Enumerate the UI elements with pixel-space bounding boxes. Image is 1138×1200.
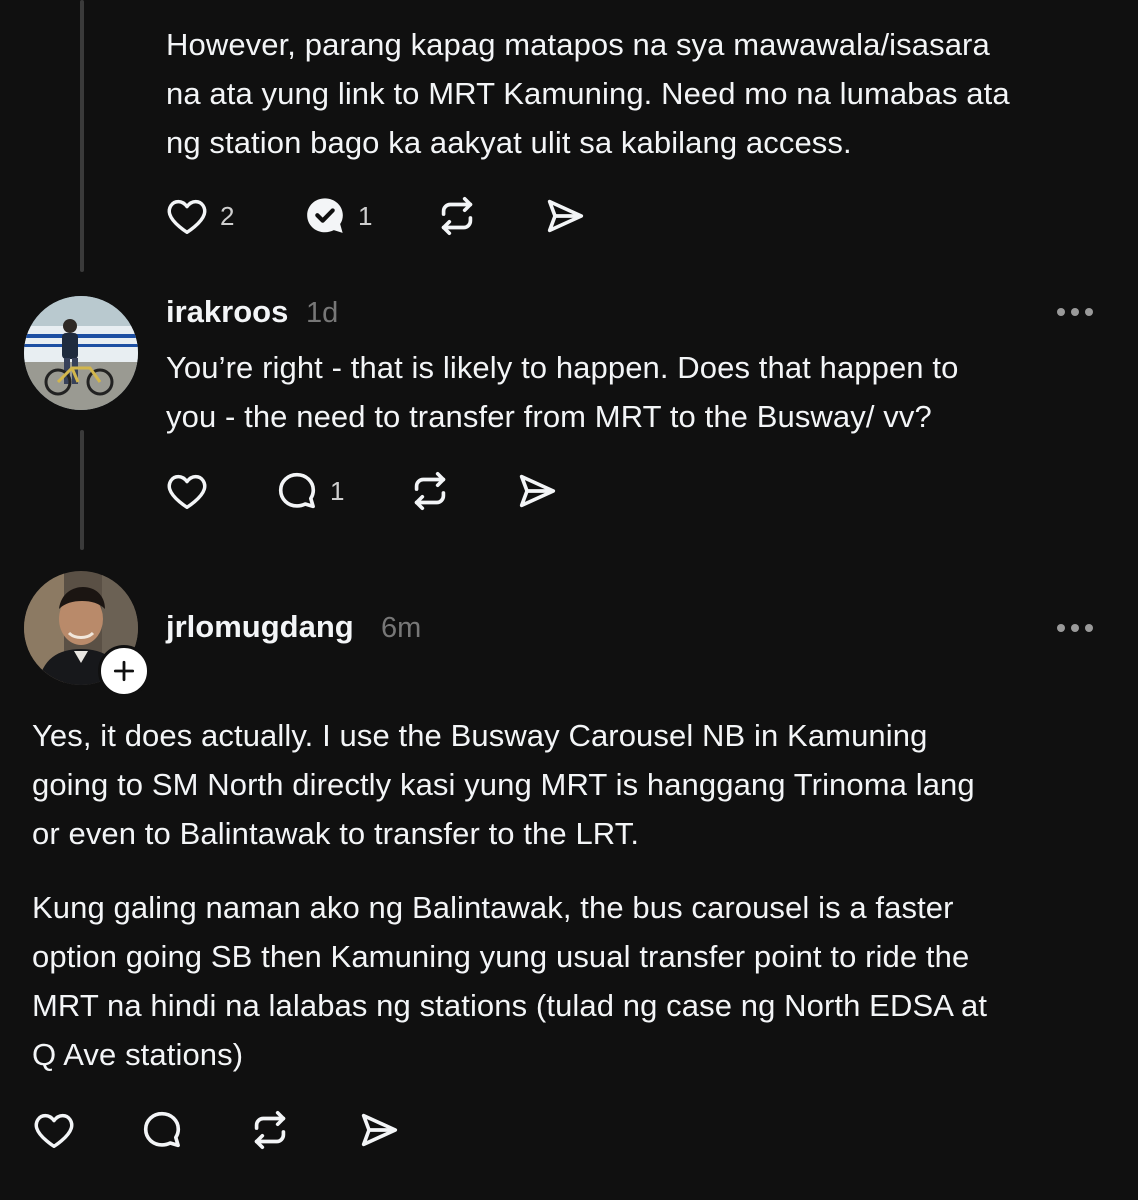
post-text-line: MRT na hindi na lalabas ng stations (tul… <box>32 988 988 1023</box>
like-button[interactable] <box>31 1107 77 1153</box>
post-text-line: you - the need to transfer from MRT to t… <box>166 399 932 434</box>
reply-button[interactable]: 1 <box>274 468 344 514</box>
avatar[interactable] <box>24 296 138 410</box>
heart-icon <box>167 199 207 235</box>
comment-icon <box>278 472 316 509</box>
post-actions: 1 <box>164 468 584 516</box>
repost-icon <box>441 196 473 236</box>
send-icon <box>361 1113 398 1147</box>
share-button[interactable] <box>356 1107 402 1153</box>
more-dot <box>1085 624 1093 632</box>
username[interactable]: irakroos <box>166 294 288 330</box>
send-icon <box>547 199 584 233</box>
post-text-line: Kung galing naman ako ng Balintawak, the… <box>32 890 954 925</box>
post-text-line: You’re right - that is likely to happen.… <box>166 350 959 385</box>
more-dot <box>1071 308 1079 316</box>
heart-icon <box>34 1113 74 1149</box>
post-text-line: option going SB then Kamuning yung usual… <box>32 939 970 974</box>
thread-line-top <box>80 0 84 272</box>
repost-button[interactable] <box>247 1107 293 1153</box>
like-count: 2 <box>220 200 235 231</box>
reply-checked-icon <box>307 198 343 233</box>
post-text: You’re right - that is likely to happen.… <box>166 343 958 441</box>
repost-icon <box>414 471 446 511</box>
plus-icon <box>113 660 135 682</box>
post-actions: 2 1 <box>164 193 604 241</box>
more-dot <box>1085 308 1093 316</box>
repost-button[interactable] <box>434 193 480 239</box>
post-paragraph: Kung galing naman ako ng Balintawak, the… <box>32 883 987 1079</box>
more-dot <box>1057 308 1065 316</box>
like-button[interactable] <box>164 468 210 514</box>
follow-button[interactable] <box>98 645 150 697</box>
more-options-icon[interactable] <box>1057 308 1093 316</box>
reply-count: 1 <box>358 200 373 231</box>
reply-button[interactable]: 1 <box>302 193 372 239</box>
post-timestamp: 1d <box>306 297 339 329</box>
username[interactable]: jrlomugdang <box>166 609 354 645</box>
post-text-line: na ata yung link to MRT Kamuning. Need m… <box>166 76 1010 111</box>
post-timestamp: 6m <box>381 612 422 644</box>
more-dot <box>1071 624 1079 632</box>
more-dot <box>1057 624 1065 632</box>
post-text-line: Yes, it does actually. I use the Busway … <box>32 718 928 753</box>
comment-icon <box>143 1111 181 1148</box>
post-actions <box>31 1107 431 1155</box>
thread-line-middle <box>80 430 84 550</box>
share-button[interactable] <box>542 193 588 239</box>
reply-button[interactable] <box>139 1107 185 1153</box>
heart-icon <box>167 474 207 510</box>
more-options-icon[interactable] <box>1057 624 1093 632</box>
post-text-line: However, parang kapag matapos na sya maw… <box>166 27 990 62</box>
share-button[interactable] <box>514 468 560 514</box>
repost-button[interactable] <box>407 468 453 514</box>
post-text: However, parang kapag matapos na sya maw… <box>166 20 1010 167</box>
post-paragraph: Yes, it does actually. I use the Busway … <box>32 711 975 858</box>
post-text-line: or even to Balintawak to transfer to the… <box>32 816 640 851</box>
send-icon <box>519 474 556 508</box>
like-button[interactable]: 2 <box>164 193 234 239</box>
reply-count: 1 <box>330 475 345 506</box>
post-text-line: ng station bago ka aakyat ulit sa kabila… <box>166 125 852 160</box>
cyclist-avatar <box>24 296 138 410</box>
repost-icon <box>254 1110 286 1150</box>
post-text-line: going to SM North directly kasi yung MRT… <box>32 767 975 802</box>
post-text-line: Q Ave stations) <box>32 1037 244 1072</box>
